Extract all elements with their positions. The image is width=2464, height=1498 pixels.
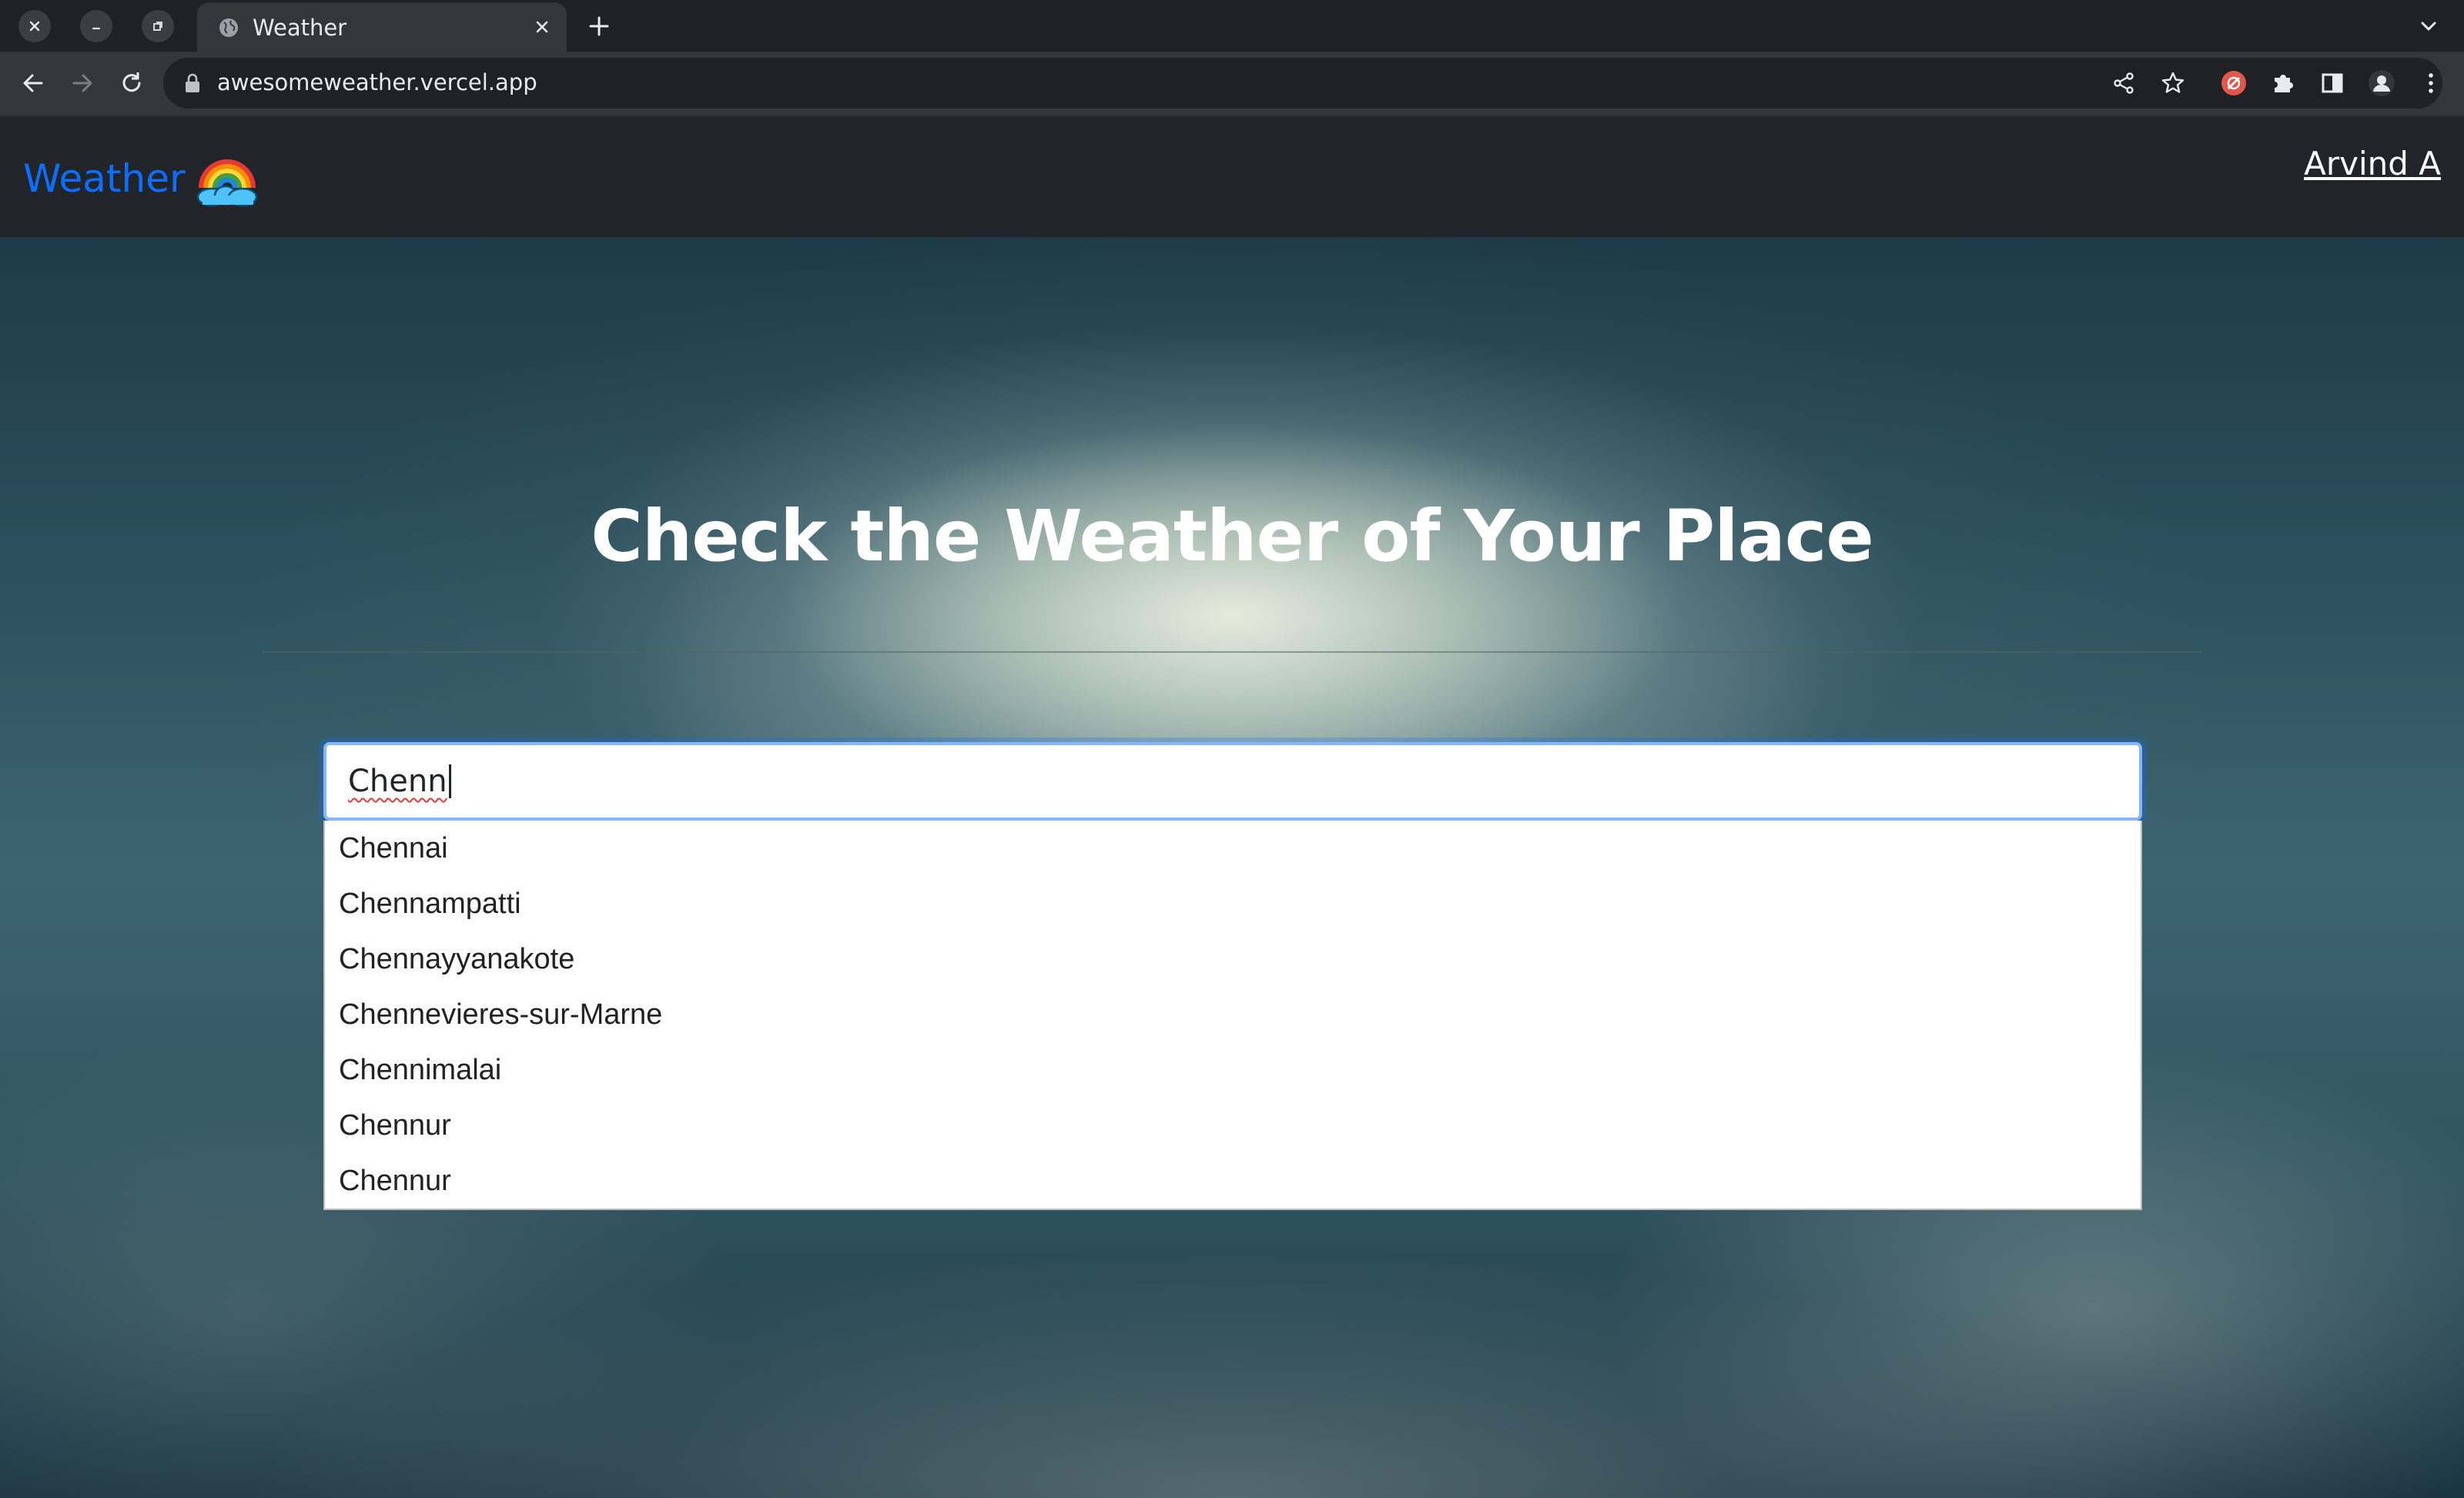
tab-title: Weather [253,15,347,41]
site-navbar: Weather Arvind A [0,117,2464,237]
close-window-button[interactable] [18,10,51,42]
chevron-down-icon[interactable] [2416,14,2441,38]
side-panel-icon[interactable] [2318,69,2347,98]
url-text: awesomeweather.vercel.app [217,69,537,95]
suggestion-item[interactable]: Chennai [325,821,2141,876]
brand-text: Weather [23,156,186,201]
app-root: Weather awesomeweather.vercel.app Weathe… [0,0,2464,1498]
suggestion-item[interactable]: Chennevieres-sur-Marne [325,987,2141,1042]
puzzle-icon[interactable] [2268,69,2298,98]
restore-icon [153,22,162,31]
tab-close-icon[interactable] [531,16,553,38]
extension-badge-icon[interactable] [2219,69,2248,98]
suggestion-item[interactable]: Chennayyanakote [325,931,2141,987]
tab-weather[interactable]: Weather [197,2,567,52]
suggestion-item[interactable]: Chennampatti [325,876,2141,931]
globe-icon [219,18,238,37]
arrow-left-icon[interactable] [18,69,48,98]
reload-icon[interactable] [117,69,146,98]
star-icon[interactable] [2159,69,2187,97]
close-icon [29,21,40,32]
restore-window-button[interactable] [142,10,174,42]
search-container: Chenn Chennai Chennampatti Chennayyanako… [323,742,2142,1210]
plus-icon[interactable] [585,12,613,40]
arrow-right-icon[interactable] [68,69,97,98]
page-title: Check the Weather of Your Place [591,495,1874,577]
autocomplete-list: Chennai Chennampatti Chennayyanakote Che… [323,821,2142,1210]
user-name-link[interactable]: Arvind A [2304,145,2441,182]
lock-icon[interactable] [183,73,202,93]
address-bar[interactable]: awesomeweather.vercel.app [163,58,2442,109]
rainbow-icon [196,159,257,207]
browser-tab-strip: Weather [0,0,2464,52]
share-icon[interactable] [2110,69,2138,97]
minimize-window-button[interactable] [80,10,112,42]
suggestion-item[interactable]: Chennur [325,1153,2141,1209]
browser-toolbar: awesomeweather.vercel.app [0,52,2464,117]
search-input-value: Chenn [348,764,447,799]
hero-divider [262,651,2202,653]
suggestion-item[interactable]: Chennimalai [325,1042,2141,1098]
city-search-input[interactable]: Chenn [323,742,2142,821]
minimize-icon [92,27,101,30]
suggestion-item[interactable]: Chennur [325,1098,2141,1153]
kebab-menu-icon[interactable] [2416,69,2446,98]
hero-section: Check the Weather of Your Place Chenn Ch… [0,237,2464,1498]
profile-icon[interactable] [2367,69,2396,98]
brand-link[interactable]: Weather [23,149,259,208]
text-caret [448,764,451,798]
